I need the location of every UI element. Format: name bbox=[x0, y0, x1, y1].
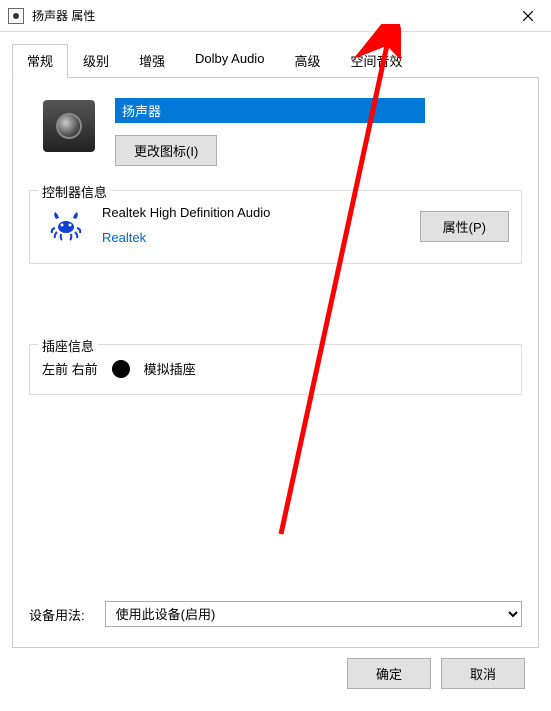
usage-select[interactable]: 使用此设备(启用) bbox=[105, 601, 522, 627]
content-area: 常规 级别 增强 Dolby Audio 高级 空间音效 更改图标(I) 控制器… bbox=[0, 32, 551, 711]
controller-name: Realtek High Definition Audio bbox=[102, 205, 402, 220]
ok-button[interactable]: 确定 bbox=[347, 658, 431, 689]
usage-label: 设备用法: bbox=[29, 605, 85, 624]
device-section: 更改图标(I) bbox=[29, 98, 522, 166]
change-icon-button[interactable]: 更改图标(I) bbox=[115, 135, 217, 166]
jack-legend: 插座信息 bbox=[38, 336, 98, 355]
controller-properties-button[interactable]: 属性(P) bbox=[420, 211, 509, 242]
usage-row: 设备用法: 使用此设备(启用) bbox=[29, 601, 522, 627]
speaker-icon bbox=[43, 100, 95, 152]
cancel-button[interactable]: 取消 bbox=[441, 658, 525, 689]
jack-color-dot bbox=[112, 360, 130, 378]
tab-bar: 常规 级别 增强 Dolby Audio 高级 空间音效 bbox=[12, 44, 539, 78]
tab-levels[interactable]: 级别 bbox=[68, 44, 124, 77]
realtek-crab-icon bbox=[48, 208, 84, 244]
tab-advanced[interactable]: 高级 bbox=[279, 44, 335, 77]
close-icon bbox=[523, 11, 533, 21]
vendor-link[interactable]: Realtek bbox=[102, 230, 146, 245]
device-name-input[interactable] bbox=[115, 98, 425, 123]
controller-legend: 控制器信息 bbox=[38, 182, 111, 201]
window-icon bbox=[8, 8, 24, 24]
controller-fieldset: 控制器信息 bbox=[29, 190, 522, 264]
tab-enhance[interactable]: 增强 bbox=[124, 44, 180, 77]
jack-location: 左前 右前 bbox=[42, 359, 98, 378]
tab-spatial[interactable]: 空间音效 bbox=[335, 44, 417, 77]
titlebar: 扬声器 属性 bbox=[0, 0, 551, 32]
tab-general[interactable]: 常规 bbox=[12, 44, 68, 78]
jack-fieldset: 插座信息 左前 右前 模拟插座 bbox=[29, 344, 522, 395]
jack-type: 模拟插座 bbox=[144, 359, 196, 378]
tab-dolby[interactable]: Dolby Audio bbox=[180, 44, 279, 77]
dialog-footer: 确定 取消 bbox=[12, 648, 539, 699]
close-button[interactable] bbox=[505, 0, 551, 32]
window-title: 扬声器 属性 bbox=[32, 7, 95, 24]
tab-panel-general: 更改图标(I) 控制器信息 bbox=[12, 78, 539, 648]
